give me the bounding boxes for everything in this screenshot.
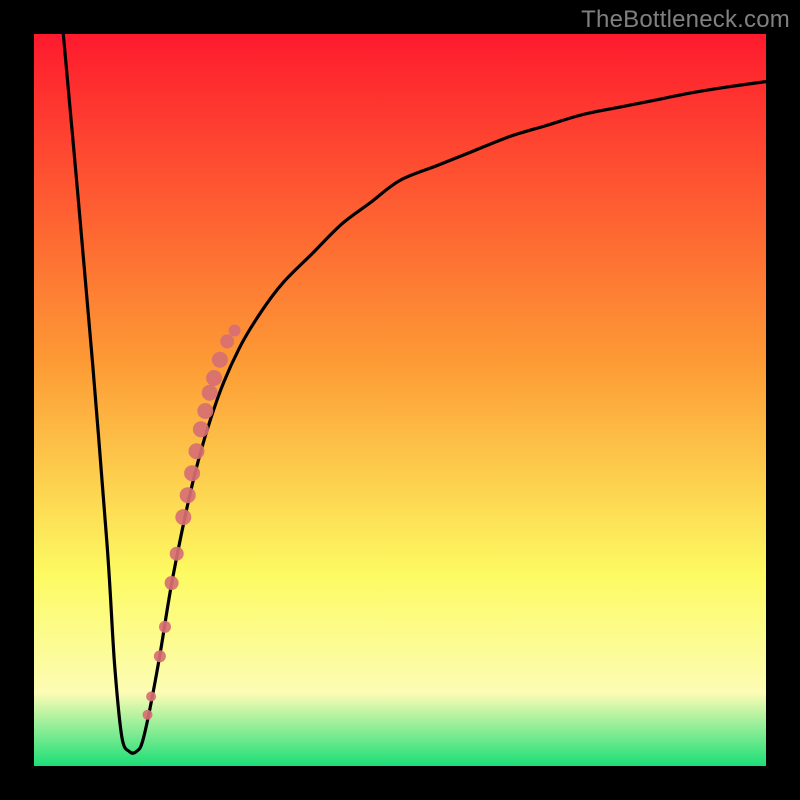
gradient-background [34, 34, 766, 766]
sample-dot [229, 325, 241, 337]
sample-dot [189, 443, 205, 459]
chart-svg [34, 34, 766, 766]
sample-dot [154, 650, 166, 662]
sample-dot [165, 576, 179, 590]
sample-dot [220, 334, 234, 348]
chart-frame: TheBottleneck.com [0, 0, 800, 800]
sample-dot [180, 487, 196, 503]
sample-dot [193, 421, 209, 437]
sample-dot [170, 547, 184, 561]
sample-dot [212, 352, 228, 368]
sample-dot [159, 621, 171, 633]
sample-dot [146, 692, 156, 702]
plot-area [34, 34, 766, 766]
watermark-text: TheBottleneck.com [581, 6, 790, 34]
sample-dot [206, 370, 222, 386]
sample-dot [184, 465, 200, 481]
sample-dot [197, 403, 213, 419]
sample-dot [175, 509, 191, 525]
sample-dot [143, 710, 153, 720]
sample-dot [202, 385, 218, 401]
